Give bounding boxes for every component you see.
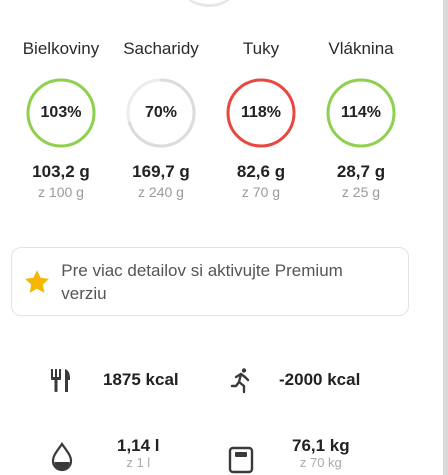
macro-value: 103,2 g: [32, 162, 90, 181]
macro-target: z 25 g: [341, 184, 381, 200]
cutlery-icon: [46, 365, 76, 395]
water-target: z 1 l: [126, 455, 151, 470]
running-icon: [226, 365, 256, 395]
water-info: 1,14 l z 1 l: [117, 436, 160, 470]
progress-ring: 118%: [225, 77, 297, 149]
progress-ring: 114%: [325, 77, 397, 149]
macro-value: 28,7 g: [336, 162, 386, 181]
weight-info: 76,1 kg z 70 kg: [292, 436, 350, 470]
macros-row: Bielkoviny 103% 103,2 g z 100 g Sacharid…: [11, 38, 411, 201]
macro-protein[interactable]: Bielkoviny 103% 103,2 g z 100 g: [11, 38, 111, 201]
percent-label: 70%: [144, 104, 178, 121]
progress-ring: 70%: [125, 77, 197, 149]
food-value: 1875 kcal: [103, 370, 179, 389]
star-icon: [12, 268, 61, 296]
exercise-value: -2000 kcal: [279, 370, 361, 389]
macro-label: Vláknina: [328, 39, 394, 58]
percent-label: 103%: [40, 104, 82, 121]
percent-label: 114%: [340, 104, 382, 121]
scale-icon: [226, 438, 256, 474]
weight-target: z 70 kg: [299, 455, 342, 470]
water-drop-icon: [47, 438, 77, 472]
exercise-stat[interactable]: -2000 kcal: [226, 365, 360, 395]
weight-value: 76,1 kg: [292, 436, 350, 455]
top-ring-arc: [174, 0, 244, 7]
macro-value: 82,6 g: [236, 162, 286, 181]
macro-target: z 240 g: [138, 184, 184, 200]
macro-carbs[interactable]: Sacharidy 70% 169,7 g z 240 g: [111, 38, 211, 201]
macro-target: z 100 g: [38, 184, 84, 200]
percent-label: 118%: [240, 104, 282, 121]
macro-label: Bielkoviny: [22, 39, 100, 58]
progress-ring: 103%: [25, 77, 97, 149]
water-stat[interactable]: 1,14 l z 1 l: [47, 436, 160, 472]
scrollbar-track[interactable]: [443, 0, 448, 475]
macro-fiber[interactable]: Vláknina 114% 28,7 g z 25 g: [311, 38, 411, 201]
weight-stat[interactable]: 76,1 kg z 70 kg: [226, 436, 350, 474]
food-stat[interactable]: 1875 kcal: [46, 365, 179, 395]
premium-text: Pre viac detailov si aktivujte Premium v…: [61, 260, 343, 303]
water-value: 1,14 l: [117, 436, 160, 455]
macro-target: z 70 g: [241, 184, 281, 200]
macro-label: Sacharidy: [123, 39, 199, 58]
macro-label: Tuky: [242, 39, 280, 58]
macro-fat[interactable]: Tuky 118% 82,6 g z 70 g: [211, 38, 311, 201]
macro-value: 169,7 g: [132, 162, 190, 181]
premium-banner[interactable]: Pre viac detailov si aktivujte Premium v…: [11, 247, 409, 316]
